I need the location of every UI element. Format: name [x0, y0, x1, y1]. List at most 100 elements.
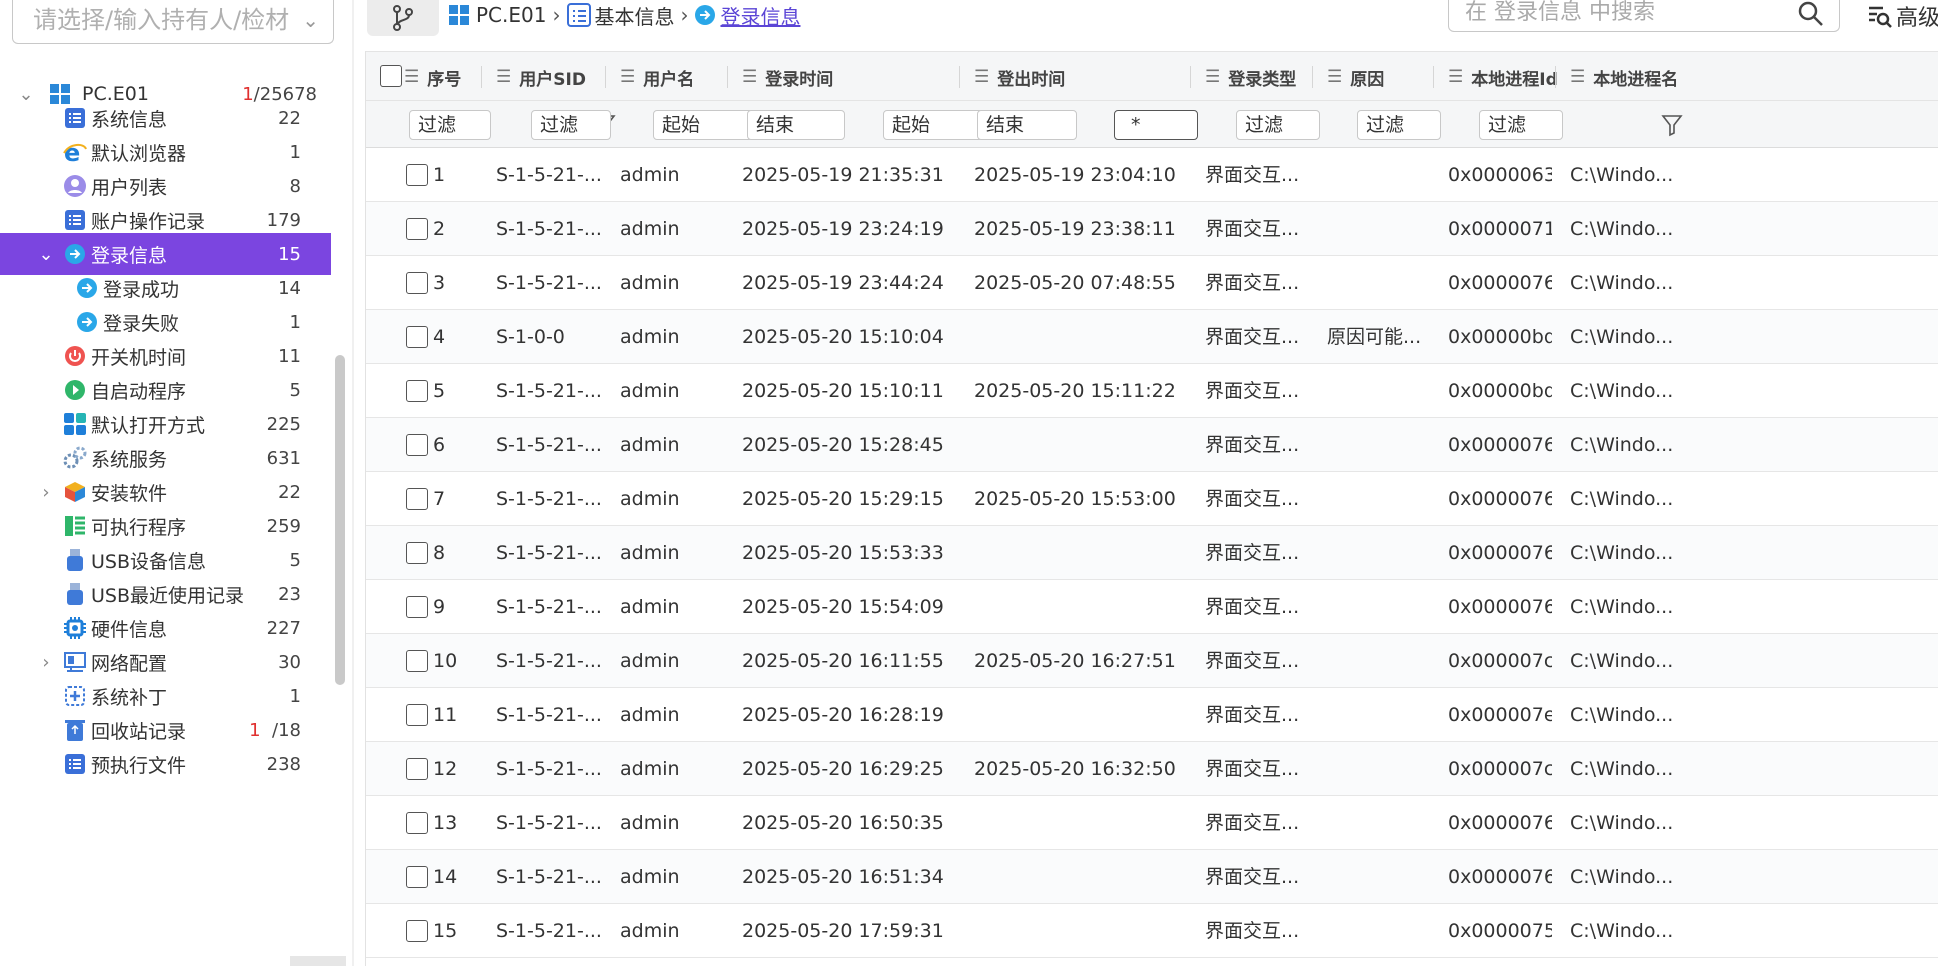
table-row[interactable]: 10 S-1-5-21-... admin 2025-05-20 16:11:55 20… [366, 634, 1938, 688]
column-menu-icon[interactable]: ☰ [496, 67, 511, 87]
select-all-checkbox[interactable] [380, 65, 402, 87]
column-resizer[interactable] [727, 66, 728, 88]
row-checkbox[interactable] [406, 650, 428, 672]
column-resizer[interactable] [1555, 66, 1556, 88]
apps-icon [62, 411, 88, 437]
row-checkbox[interactable] [406, 596, 428, 618]
row-checkbox[interactable] [406, 866, 428, 888]
column-header-local-pid[interactable]: ☰ 本地进程Id [1448, 52, 1558, 102]
table-row[interactable]: 9 S-1-5-21-... admin 2025-05-20 15:54:09 界面交… [366, 580, 1938, 634]
branch-toggle-button[interactable] [367, 0, 439, 36]
column-header-label: 登出时间 [997, 69, 1066, 90]
advanced-search-button[interactable]: 高级 [1866, 0, 1938, 32]
row-checkbox[interactable] [406, 812, 428, 834]
sidebar-horizontal-scrollbar[interactable] [290, 956, 346, 966]
column-menu-icon[interactable]: ☰ [1570, 67, 1585, 87]
table-row[interactable]: 6 S-1-5-21-... admin 2025-05-20 15:28:45 界面交… [366, 418, 1938, 472]
column-resizer[interactable] [1190, 66, 1191, 88]
row-checkbox[interactable] [406, 920, 428, 942]
search-icon[interactable] [1797, 0, 1825, 28]
breadcrumb-root[interactable]: PC.E01 [448, 3, 546, 27]
column-menu-icon[interactable]: ☰ [1448, 67, 1463, 87]
chevron-down-icon[interactable]: ⌄ [36, 244, 56, 265]
column-resizer[interactable] [959, 66, 960, 88]
filter-local-pid[interactable]: 过滤 [1357, 110, 1441, 140]
cell-local-pid: 0x0000076c [1448, 488, 1552, 510]
table-row[interactable]: 13 S-1-5-21-... admin 2025-05-20 16:50:35 界面… [366, 796, 1938, 850]
filter-funnel-icon[interactable] [1661, 113, 1683, 137]
table-row[interactable]: 15 S-1-5-21-... admin 2025-05-20 17:59:31 界面… [366, 904, 1938, 958]
column-header-local-process-name[interactable]: ☰ 本地进程名 [1570, 52, 1678, 102]
filter-login-start[interactable]: 起始 [653, 110, 753, 140]
column-menu-icon[interactable]: ☰ [974, 67, 989, 87]
cell-logout-time [974, 418, 1187, 472]
cell-username: admin [620, 866, 680, 888]
column-menu-icon[interactable]: ☰ [1327, 67, 1342, 87]
table-row[interactable]: 4 S-1-0-0 admin 2025-05-20 15:10:04 界面交互... 原… [366, 310, 1938, 364]
column-menu-icon[interactable]: ☰ [404, 67, 419, 87]
column-menu-icon[interactable]: ☰ [620, 67, 635, 87]
search-input[interactable]: 在 登录信息 中搜索 [1448, 0, 1840, 32]
column-header-seq[interactable]: ☰ 序号 [404, 52, 461, 102]
row-checkbox[interactable] [406, 434, 428, 456]
table-row[interactable]: 3 S-1-5-21-... admin 2025-05-19 23:44:24 202… [366, 256, 1938, 310]
table-row[interactable]: 11 S-1-5-21-... admin 2025-05-20 16:28:19 界面… [366, 688, 1938, 742]
column-menu-icon[interactable]: ☰ [742, 67, 757, 87]
row-checkbox[interactable] [406, 326, 428, 348]
table-row[interactable]: 5 S-1-5-21-... admin 2025-05-20 15:10:11 202… [366, 364, 1938, 418]
filter-reason[interactable]: 过滤 [1236, 110, 1320, 140]
chevron-right-icon[interactable]: › [36, 482, 56, 503]
cell-login-time: 2025-05-20 16:51:34 [742, 866, 944, 888]
cell-local-process-name: C:\Windo... [1570, 272, 1674, 294]
panel-divider[interactable] [352, 0, 354, 966]
patch-icon [62, 683, 88, 709]
column-resizer[interactable] [1433, 66, 1434, 88]
column-header-login-type[interactable]: ☰ 登录类型 [1205, 52, 1296, 102]
column-resizer[interactable] [605, 66, 606, 88]
cell-username: admin [620, 920, 680, 942]
column-resizer[interactable] [481, 66, 482, 88]
table-row[interactable]: 7 S-1-5-21-... admin 2025-05-20 15:29:15 202… [366, 472, 1938, 526]
table-row[interactable]: 8 S-1-5-21-... admin 2025-05-20 15:53:33 界面交… [366, 526, 1938, 580]
sidebar-item-prefetch-files[interactable]: 预执行文件 238 [0, 743, 331, 785]
table-row[interactable]: 12 S-1-5-21-... admin 2025-05-20 16:29:25 20… [366, 742, 1938, 796]
table-row[interactable]: 2 S-1-5-21-... admin 2025-05-19 23:24:19 202… [366, 202, 1938, 256]
column-header-reason[interactable]: ☰ 原因 [1327, 52, 1384, 102]
sidebar-scrollbar[interactable] [335, 355, 345, 685]
cell-user-sid: S-1-5-21-... [496, 434, 602, 456]
column-header-user-sid[interactable]: ☰ 用户SID [496, 52, 586, 102]
sidebar-item-label: 开关机时间 [91, 346, 187, 369]
row-checkbox[interactable] [406, 704, 428, 726]
column-header-logout-time[interactable]: ☰ 登出时间 [974, 52, 1065, 102]
filter-logout-start[interactable]: 起始 [883, 110, 983, 140]
filter-user-sid[interactable]: 过滤 [409, 110, 491, 140]
breadcrumb-current[interactable]: 登录信息 [694, 1, 800, 30]
owner-select[interactable]: 请选择/输入持有人/检材 ⌄ [12, 0, 334, 44]
cell-seq: 2 [433, 218, 446, 240]
column-menu-icon[interactable]: ☰ [1205, 67, 1220, 87]
column-resizer[interactable] [1312, 66, 1313, 88]
row-checkbox[interactable] [406, 380, 428, 402]
cell-reason: 原因可能... [1327, 326, 1422, 348]
column-header-username[interactable]: ☰ 用户名 [620, 52, 694, 102]
table-row[interactable]: 1 S-1-5-21-... admin 2025-05-19 21:35:31 202… [366, 148, 1938, 202]
row-checkbox[interactable] [406, 488, 428, 510]
filter-local-process-name[interactable]: 过滤 [1479, 110, 1563, 140]
filter-logout-end[interactable]: 结束 [977, 110, 1077, 140]
chevron-down-icon[interactable]: ⌄ [302, 0, 319, 40]
filter-login-type[interactable]: * [1114, 110, 1198, 140]
row-checkbox[interactable] [406, 542, 428, 564]
column-header-login-time[interactable]: ☰ 登录时间 [742, 52, 833, 102]
login-icon [74, 309, 100, 335]
row-checkbox[interactable] [406, 218, 428, 240]
row-checkbox[interactable] [406, 164, 428, 186]
cell-local-pid: 0x00000764 [1448, 272, 1552, 294]
breadcrumb-category[interactable]: 基本信息 [566, 1, 674, 30]
filter-username[interactable]: 过滤 [531, 110, 611, 140]
filter-login-end[interactable]: 结束 [747, 110, 845, 140]
cell-logout-time: 2025-05-20 15:53:00 [974, 488, 1176, 510]
table-row[interactable]: 14 S-1-5-21-... admin 2025-05-20 16:51:34 界面… [366, 850, 1938, 904]
chevron-right-icon[interactable]: › [36, 652, 56, 673]
row-checkbox[interactable] [406, 272, 428, 294]
row-checkbox[interactable] [406, 758, 428, 780]
